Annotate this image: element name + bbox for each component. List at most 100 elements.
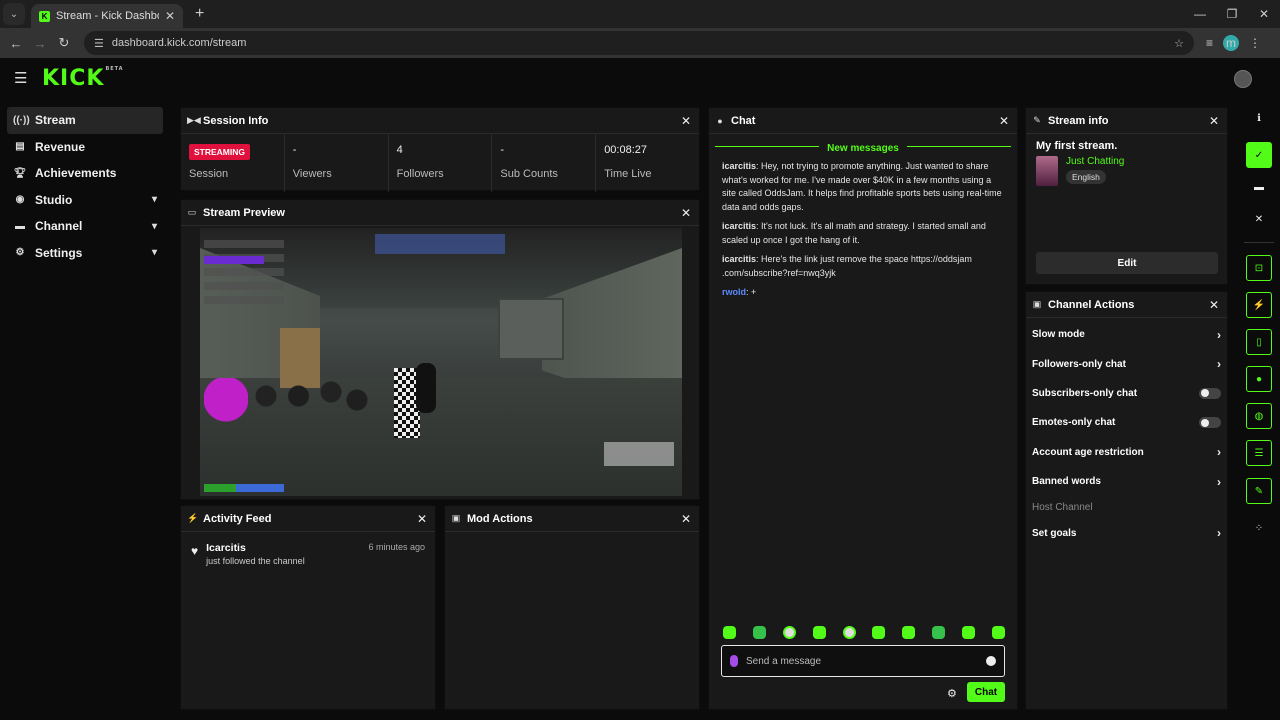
edit-stream-info-button[interactable]: Edit (1036, 252, 1218, 274)
emotes-only-toggle[interactable] (1199, 417, 1221, 429)
tab-search-icon[interactable]: ⌄ (3, 3, 25, 25)
set-goals-item[interactable]: Set goals › (1026, 518, 1227, 547)
wrench-icon[interactable]: ✎ (1246, 478, 1272, 504)
followers-label: Followers (396, 168, 444, 180)
action-label: Subscribers-only chat (1032, 387, 1138, 399)
wrench-icon: ✎ (1033, 115, 1041, 125)
sidebar-item-studio[interactable]: ◉ Studio ▾ (7, 187, 163, 214)
close-icon[interactable]: ✕ (679, 512, 693, 526)
chat-message-text: + (748, 287, 757, 297)
chat-username[interactable]: icarcitis (722, 161, 756, 171)
profile-avatar[interactable]: m (1223, 35, 1240, 51)
account-age-item[interactable]: Account age restriction › (1026, 438, 1227, 467)
user-avatar[interactable] (1234, 70, 1252, 88)
game-hud (204, 484, 284, 492)
forward-icon[interactable]: → (28, 36, 52, 51)
sidebar-item-achievements[interactable]: 🏆︎ Achievements (7, 160, 163, 187)
emote-icon[interactable] (812, 626, 826, 639)
chevron-right-icon: › (1217, 327, 1221, 342)
close-icon[interactable]: ✕ (1246, 206, 1272, 232)
emote-icon[interactable] (842, 626, 856, 639)
new-tab-icon[interactable]: + (195, 5, 204, 23)
emote-icon[interactable] (723, 626, 736, 639)
sidebar-item-label: Settings (35, 245, 83, 260)
session-icon[interactable]: ⊡ (1246, 255, 1272, 281)
chevron-right-icon: › (1217, 526, 1221, 541)
close-icon[interactable]: ✕ (1207, 114, 1221, 128)
info-icon[interactable]: ℹ (1246, 105, 1272, 131)
new-messages-divider[interactable]: New messages (715, 140, 1011, 154)
chat-message-input[interactable] (746, 655, 978, 667)
emote-icon[interactable] (872, 626, 886, 639)
slow-mode-item[interactable]: Slow mode › (1026, 320, 1227, 349)
browser-menu-icon[interactable]: ⋮ (1249, 36, 1261, 50)
bookmark-star-icon[interactable]: ☆ (1174, 37, 1184, 50)
sidebar-item-label: Achievements (35, 166, 117, 181)
server-icon[interactable]: ☰ (1246, 440, 1272, 466)
browser-tab[interactable]: K Stream - Kick Dashboard ✕ (31, 4, 183, 28)
media-control-icon[interactable]: ≡ (1206, 36, 1213, 50)
chat-username[interactable]: icarcitis (722, 221, 756, 231)
tab-close-icon[interactable]: ✕ (165, 9, 175, 23)
tab-title: Stream - Kick Dashboard (56, 10, 159, 22)
minimize-icon[interactable]: — (1184, 0, 1216, 28)
chat-settings-gear-icon[interactable]: ⚙ (947, 687, 957, 700)
emote-icon[interactable] (902, 626, 916, 639)
sidebar-item-settings[interactable]: ⚙ Settings ▾ (7, 240, 163, 267)
action-label: Set goals (1032, 527, 1077, 539)
chat-send-button[interactable]: Chat (967, 682, 1005, 702)
chat-bubble-icon[interactable]: ● (1246, 366, 1272, 392)
session-icon: ▶◀ (187, 115, 201, 125)
hamburger-menu-icon[interactable]: ☰ (14, 69, 28, 87)
rail-divider (1244, 242, 1274, 243)
document-icon[interactable]: ▯ (1246, 329, 1272, 355)
close-icon[interactable]: ✕ (679, 206, 693, 220)
emote-icon[interactable] (932, 626, 946, 639)
viewers-value: - (292, 144, 297, 156)
apps-icon[interactable]: ⁘ (1246, 515, 1272, 541)
emote-icon[interactable] (752, 626, 766, 639)
chat-username[interactable]: icarcitis (722, 254, 756, 264)
action-label: Followers-only chat (1032, 358, 1126, 370)
subscribers-only-toggle[interactable] (1199, 387, 1221, 399)
lightning-icon[interactable]: ⚡ (1246, 292, 1272, 318)
chevron-right-icon: › (1217, 474, 1221, 489)
chat-message-text: Here's the link just remove the space ht… (722, 254, 972, 278)
studio-icon: ◉ (15, 194, 25, 206)
sidebar-item-stream[interactable]: ((·)) Stream (7, 107, 163, 134)
chat-username[interactable]: rwold (722, 287, 746, 297)
maximize-icon[interactable]: ❐ (1216, 0, 1248, 28)
chat-message-text: Hey, not trying to promote anything. Jus… (722, 161, 1002, 212)
broadcast-icon[interactable]: ◍ (1246, 403, 1272, 429)
microphone-icon[interactable] (730, 655, 738, 667)
kick-logo[interactable]: KICKBETA (42, 66, 124, 91)
window-close-icon[interactable]: ✕ (1248, 0, 1280, 28)
viewers-label: Viewers (292, 168, 332, 180)
close-icon[interactable]: ✕ (1207, 298, 1221, 312)
feed-username[interactable]: Icarcitis (206, 542, 360, 554)
stream-category[interactable]: Just Chatting (1066, 156, 1124, 167)
checkmark-icon[interactable]: ✓ (1246, 142, 1272, 168)
banned-words-item[interactable]: Banned words › (1026, 467, 1227, 496)
beta-badge: BETA (105, 65, 124, 72)
sidebar-item-channel[interactable]: ▬ Channel ▾ (7, 213, 163, 240)
close-icon[interactable]: ✕ (997, 114, 1011, 128)
mod-actions-header: ▣ Mod Actions ✕ (445, 506, 699, 532)
close-icon[interactable]: ✕ (415, 512, 429, 526)
followers-only-item[interactable]: Followers-only chat › (1026, 349, 1227, 378)
back-icon[interactable]: ← (4, 36, 28, 51)
stream-preview-header: ▭ Stream Preview ✕ (181, 200, 699, 226)
reload-icon[interactable]: ↻ (52, 35, 76, 51)
chat-bubble-icon: ● (717, 115, 723, 126)
site-info-icon[interactable]: ☰ (94, 37, 104, 50)
layout-icon[interactable]: ▬ (1246, 174, 1272, 200)
stream-preview-video[interactable] (200, 228, 682, 496)
emoji-picker-icon[interactable] (986, 656, 996, 666)
sidebar-item-revenue[interactable]: ▤ Revenue (7, 134, 163, 161)
close-icon[interactable]: ✕ (679, 114, 693, 128)
host-channel-item[interactable]: Host Channel (1026, 496, 1227, 518)
emote-icon[interactable] (991, 626, 1005, 639)
emote-icon[interactable] (782, 626, 796, 639)
emote-icon[interactable] (962, 626, 975, 639)
url-field[interactable]: ☰ dashboard.kick.com/stream ☆ (84, 31, 1194, 55)
